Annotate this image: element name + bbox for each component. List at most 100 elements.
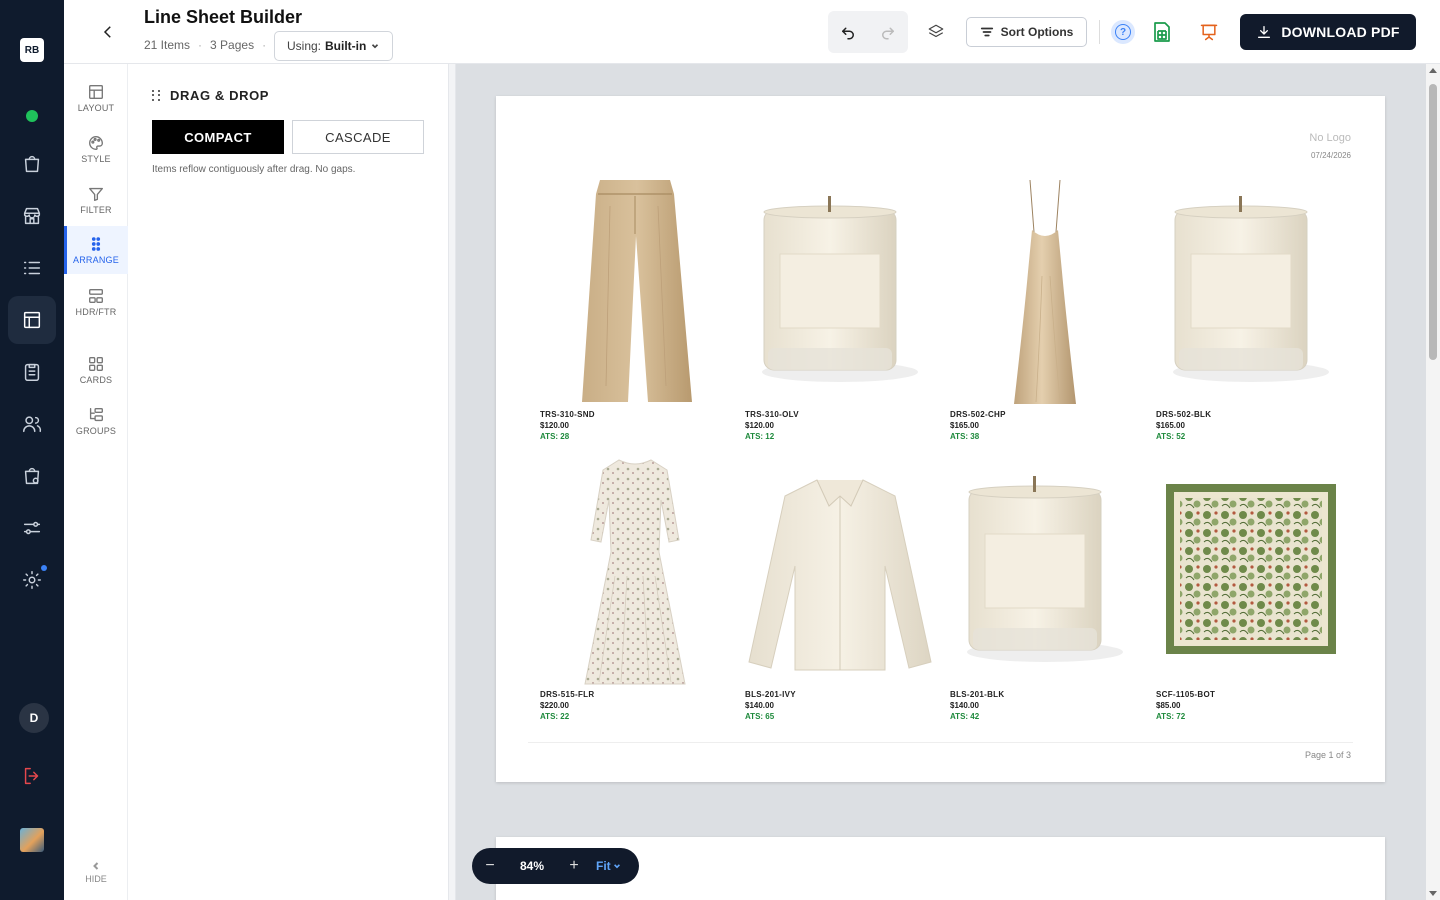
product-ats: ATS: 28 — [540, 432, 570, 441]
tool-cards[interactable]: CARDS — [64, 346, 128, 394]
rail-list-icon[interactable] — [0, 246, 64, 290]
items-count: 21 Items — [144, 38, 191, 52]
canvas-scrollbar[interactable] — [1426, 64, 1440, 900]
redo-icon[interactable] — [879, 23, 897, 41]
product-ats: ATS: 22 — [540, 712, 570, 721]
scroll-down-arrow[interactable] — [1429, 891, 1437, 896]
rail-settings-gear-icon[interactable] — [0, 558, 64, 602]
history-controls — [828, 11, 908, 53]
panel-heading: DRAG & DROP — [152, 88, 269, 103]
product-card[interactable]: DRS-502-BLK $165.00 ATS: 52 — [1156, 176, 1346, 446]
zoom-control: − 84% + Fit — [472, 848, 639, 884]
product-price: $140.00 — [745, 701, 774, 710]
sort-options-label: Sort Options — [1000, 25, 1074, 39]
scroll-up-arrow[interactable] — [1429, 68, 1437, 73]
toolbar-divider — [1099, 20, 1100, 44]
mode-hint-text: Items reflow contiguously after drag. No… — [152, 164, 356, 175]
preview-canvas[interactable]: No Logo 07/24/2026 TRS-310-SND $120.00 A… — [456, 64, 1426, 900]
rail-linesheet-icon[interactable] — [0, 298, 64, 342]
meta-separator: · — [198, 38, 203, 52]
product-price: $165.00 — [1156, 421, 1185, 430]
template-source-dropdown[interactable]: Using: Built-in — [274, 31, 394, 61]
settings-notification-dot — [41, 565, 47, 571]
download-pdf-label: DOWNLOAD PDF — [1281, 24, 1400, 40]
tool-label: CARDS — [79, 375, 113, 385]
using-value: Built-in — [325, 39, 367, 53]
app-logo[interactable]: RB — [20, 38, 44, 62]
zoom-out-button[interactable]: − — [472, 848, 508, 884]
chevron-down-icon — [372, 44, 379, 49]
product-ats: ATS: 65 — [745, 712, 775, 721]
product-sku: DRS-502-BLK — [1156, 410, 1212, 419]
product-card[interactable]: DRS-515-FLR $220.00 ATS: 22 — [540, 456, 730, 726]
rail-clipboard-icon[interactable] — [0, 350, 64, 394]
product-ats: ATS: 12 — [745, 432, 775, 441]
tool-style[interactable]: STYLE — [64, 125, 128, 173]
chevron-down-icon — [613, 864, 620, 869]
tool-arrange[interactable]: ARRANGE — [64, 226, 128, 274]
profile-avatar-image[interactable] — [20, 828, 44, 852]
tool-filter[interactable]: FILTER — [64, 176, 128, 224]
tool-label: STYLE — [81, 154, 111, 164]
tool-label: LAYOUT — [77, 103, 115, 113]
product-price: $120.00 — [540, 421, 569, 430]
help-icon[interactable]: ? — [1111, 20, 1135, 44]
product-sku: BLS-201-IVY — [745, 690, 796, 699]
product-card[interactable]: TRS-310-OLV $120.00 ATS: 12 — [745, 176, 935, 446]
download-icon — [1258, 26, 1271, 38]
rail-sliders-icon[interactable] — [0, 506, 64, 550]
panel-resize-handle[interactable] — [448, 64, 456, 900]
mode-compact-button[interactable]: COMPACT — [152, 120, 284, 154]
drag-grip-icon — [152, 89, 162, 102]
product-image-candle — [745, 176, 935, 408]
product-sku: DRS-502-CHP — [950, 410, 1006, 419]
product-image-slipdress — [950, 176, 1140, 408]
logout-icon[interactable] — [0, 754, 64, 798]
tool-label: HDR/FTR — [75, 307, 117, 317]
tool-layout[interactable]: LAYOUT — [64, 74, 128, 122]
rail-orders-icon[interactable] — [0, 142, 64, 186]
product-card[interactable]: DRS-502-CHP $165.00 ATS: 38 — [950, 176, 1140, 446]
hide-panel-button[interactable]: HIDE — [64, 852, 128, 892]
tool-header-footer[interactable]: HDR/FTR — [64, 278, 128, 326]
editor-tools-sidebar: LAYOUT STYLE FILTER ARRANGE HDR/FTR CARD… — [64, 64, 128, 900]
app-rail: RB D — [0, 0, 64, 900]
product-card[interactable]: BLS-201-IVY $140.00 ATS: 65 — [745, 456, 935, 726]
rail-users-icon[interactable] — [0, 402, 64, 446]
sort-options-button[interactable]: Sort Options — [966, 17, 1087, 47]
product-image-pants — [540, 176, 730, 408]
product-card[interactable]: SCF-1105-BOT $85.00 ATS: 72 — [1156, 456, 1346, 726]
product-price: $165.00 — [950, 421, 979, 430]
product-card[interactable]: BLS-201-BLK $140.00 ATS: 42 — [950, 456, 1140, 726]
page-title: Line Sheet Builder — [144, 7, 303, 27]
chevron-left-icon — [93, 861, 99, 870]
scroll-thumb[interactable] — [1429, 84, 1437, 360]
panel-heading-text: DRAG & DROP — [170, 88, 270, 103]
grip-icon — [91, 237, 101, 251]
document-meta: 21 Items · 3 Pages · — [144, 38, 266, 52]
user-avatar-initial[interactable]: D — [19, 703, 49, 733]
header-footer-icon — [89, 289, 103, 303]
product-sku: BLS-201-BLK — [950, 690, 1005, 699]
mode-cascade-button[interactable]: CASCADE — [292, 120, 424, 154]
product-image-candle — [950, 456, 1140, 688]
presentation-icon[interactable] — [1197, 20, 1221, 44]
rail-bag-settings-icon[interactable] — [0, 454, 64, 498]
product-card[interactable]: TRS-310-SND $120.00 ATS: 28 — [540, 176, 730, 446]
zoom-fit-dropdown[interactable]: Fit — [596, 859, 621, 873]
product-sku: DRS-515-FLR — [540, 690, 595, 699]
undo-icon[interactable] — [839, 23, 857, 41]
back-chevron-icon[interactable] — [96, 20, 120, 44]
product-price: $220.00 — [540, 701, 569, 710]
rail-store-icon[interactable] — [0, 194, 64, 238]
zoom-in-button[interactable]: + — [556, 848, 592, 884]
spreadsheet-icon[interactable] — [1151, 20, 1173, 44]
arrange-settings-panel: DRAG & DROP COMPACT CASCADE Items reflow… — [128, 64, 448, 900]
layers-icon[interactable] — [924, 20, 948, 44]
sort-lines-icon — [980, 27, 993, 37]
product-sku: TRS-310-SND — [540, 410, 595, 419]
product-image-floral-dress — [540, 456, 730, 688]
download-pdf-button[interactable]: DOWNLOAD PDF — [1240, 14, 1416, 50]
tool-label: ARRANGE — [73, 255, 119, 265]
tool-groups[interactable]: GROUPS — [64, 397, 128, 445]
